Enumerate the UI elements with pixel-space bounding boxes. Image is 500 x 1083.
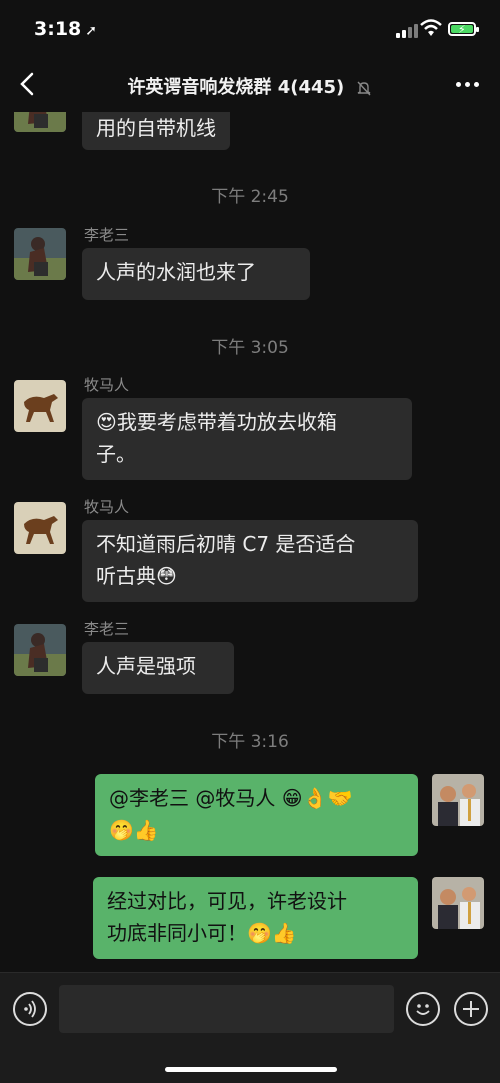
- chat-header: 许英谔音响发烧群 4(445): [0, 56, 500, 112]
- cellular-signal-icon: [396, 22, 418, 38]
- my-message-bubble[interactable]: @李老三 @牧马人 😁👌🤝 🤭👍: [95, 774, 418, 856]
- my-avatar[interactable]: [432, 774, 484, 826]
- sender-name: 李老三: [84, 620, 130, 638]
- smiling-face-with-heart-eyes-emoji: 😍: [96, 410, 117, 434]
- sender-name: 李老三: [84, 226, 130, 244]
- avatar-mumaren[interactable]: [14, 380, 66, 432]
- more-options-button[interactable]: [454, 74, 482, 94]
- my-message-bubble[interactable]: 经过对比，可见，许老设计 功底非同小可！🤭👍: [93, 877, 418, 959]
- giggle-thumbs-up-emoji: 🤭👍: [109, 818, 159, 842]
- home-indicator[interactable]: [165, 1067, 337, 1072]
- avatar-li-laosan[interactable]: [14, 228, 66, 280]
- sender-name: 牧马人: [84, 498, 130, 516]
- my-avatar[interactable]: [432, 877, 484, 929]
- battery-icon: ⚡: [448, 22, 479, 36]
- flushed-face-emoji: 😳: [156, 564, 177, 588]
- emoji-button[interactable]: [406, 992, 440, 1026]
- sender-name: 牧马人: [84, 376, 130, 394]
- message-timestamp: 下午 3:16: [211, 732, 289, 752]
- message-bubble[interactable]: 不知道雨后初晴 C7 是否适合 听古典😳: [82, 520, 418, 602]
- status-bar: 3:18 ➚ ⚡: [0, 0, 500, 56]
- message-timestamp: 下午 2:45: [211, 187, 289, 207]
- avatar-li-laosan[interactable]: [14, 112, 66, 132]
- message-input[interactable]: [59, 985, 394, 1033]
- plus-icon: [463, 1001, 479, 1017]
- giggle-thumbs-up-emoji: 🤭👍: [247, 921, 297, 945]
- grin-ok-handshake-emoji: 😁👌🤝: [281, 786, 353, 810]
- avatar-li-laosan[interactable]: [14, 624, 66, 676]
- voice-input-button[interactable]: [13, 992, 47, 1026]
- location-arrow-icon: ➚: [85, 23, 97, 39]
- message-bubble[interactable]: 😍我要考虑带着功放去收箱 子。: [82, 398, 412, 480]
- avatar-mumaren[interactable]: [14, 502, 66, 554]
- bell-slash-icon: [357, 81, 371, 96]
- voice-icon: [24, 1000, 36, 1018]
- chat-title: 许英谔音响发烧群 4(445): [0, 73, 500, 99]
- message-list[interactable]: 用的自带机线 下午 2:45 李老三 人声的水润也来了 下午 3:05 牧马人 …: [0, 112, 500, 972]
- more-input-button[interactable]: [454, 992, 488, 1026]
- clock: 3:18 ➚: [34, 18, 97, 40]
- message-bubble[interactable]: 人声的水润也来了: [82, 248, 310, 300]
- smiley-icon: [416, 1004, 430, 1015]
- message-bubble[interactable]: 人声是强项: [82, 642, 234, 694]
- wifi-icon: [420, 19, 442, 36]
- message-timestamp: 下午 3:05: [211, 338, 289, 358]
- message-bubble[interactable]: 用的自带机线: [82, 112, 230, 150]
